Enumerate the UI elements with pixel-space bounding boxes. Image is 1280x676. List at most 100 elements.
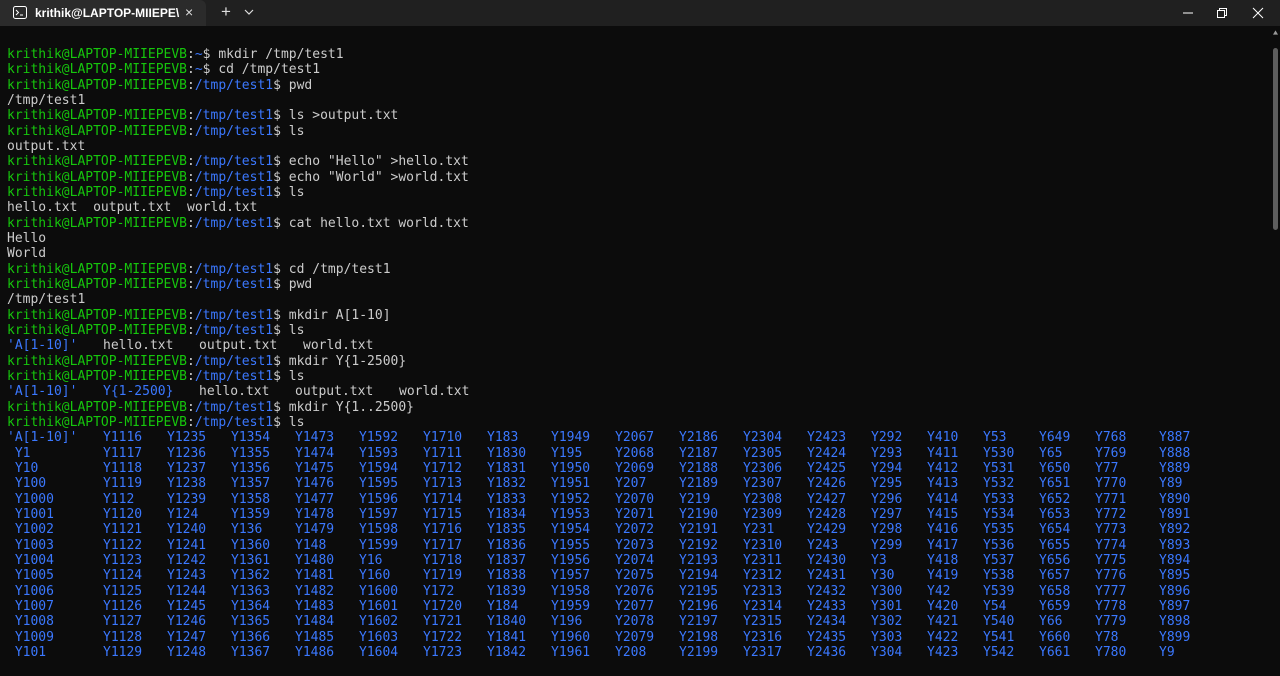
directory-entry: Y2429 <box>807 522 847 538</box>
terminal-tab[interactable]: krithik@LAPTOP-MIIEPE\ × <box>0 0 206 26</box>
file-entry: output.txt <box>199 338 278 354</box>
directory-entry: Y1717 <box>423 537 463 553</box>
prompt-path: /tmp/test1 <box>194 414 274 430</box>
directory-entry: Y770 <box>1095 476 1127 492</box>
directory-entry: Y2073 <box>615 537 655 553</box>
command-text: ls <box>280 322 305 338</box>
prompt-path: /tmp/test1 <box>194 108 274 124</box>
directory-entry: Y1478 <box>295 506 335 522</box>
directory-entry: Y1594 <box>359 460 399 476</box>
directory-entry: Y30 <box>871 568 895 584</box>
prompt-line: krithik@LAPTOP-MIIEPEVB:/tmp/test1$ ls <box>7 124 304 139</box>
directory-entry: Y1604 <box>359 644 399 660</box>
command-text: echo "World" >world.txt <box>280 169 469 185</box>
directory-entry: Y2187 <box>679 445 719 461</box>
directory-entry: Y2077 <box>615 598 655 614</box>
directory-entry: Y2070 <box>615 491 655 507</box>
directory-entry: Y894 <box>1159 552 1191 568</box>
directory-entry: Y1841 <box>487 629 527 645</box>
directory-entry: Y897 <box>1159 598 1191 614</box>
directory-entry: Y2432 <box>807 583 847 599</box>
scrollbar[interactable] <box>1271 26 1280 676</box>
prompt-colon: : <box>187 414 195 430</box>
scroll-up-icon[interactable] <box>1273 30 1278 35</box>
directory-entry: Y301 <box>871 598 903 614</box>
prompt-line: krithik@LAPTOP-MIIEPEVB:/tmp/test1$ cd /… <box>7 262 391 277</box>
directory-entry: Y775 <box>1095 552 1127 568</box>
directory-entry: Y779 <box>1095 614 1127 630</box>
prompt-dollar: $ <box>273 184 281 200</box>
directory-entry: Y412 <box>927 460 959 476</box>
directory-entry: Y1121 <box>103 522 143 538</box>
prompt-path: /tmp/test1 <box>194 184 274 200</box>
directory-entry: Y2431 <box>807 568 847 584</box>
prompt-line: krithik@LAPTOP-MIIEPEVB:~$ mkdir /tmp/te… <box>7 47 344 62</box>
directory-entry: Y1711 <box>423 445 463 461</box>
directory-entry: Y1952 <box>551 491 591 507</box>
file-entry: world.txt <box>303 338 374 354</box>
directory-entry: Y1960 <box>551 629 591 645</box>
tab-close-icon[interactable]: × <box>185 4 193 20</box>
directory-entry: Y1240 <box>167 522 207 538</box>
directory-entry: Y160 <box>359 568 391 584</box>
directory-entry: Y420 <box>927 598 959 614</box>
prompt-path: /tmp/test1 <box>194 353 274 369</box>
command-text: pwd <box>280 276 313 292</box>
prompt-user: krithik@LAPTOP-MIIEPEVB <box>7 307 188 323</box>
directory-entry: Y1125 <box>103 583 143 599</box>
directory-entry: Y1244 <box>167 583 207 599</box>
command-text: cd /tmp/test1 <box>280 261 391 277</box>
prompt-user: krithik@LAPTOP-MIIEPEVB <box>7 77 188 93</box>
directory-entry: Y2188 <box>679 460 719 476</box>
command-text: echo "Hello" >hello.txt <box>280 154 469 170</box>
directory-entry: Y410 <box>927 430 959 446</box>
command-text: mkdir Y{1-2500} <box>280 353 407 369</box>
prompt-path: /tmp/test1 <box>194 399 274 415</box>
file-entry: output.txt <box>295 384 374 400</box>
directory-entry: Y1363 <box>231 583 271 599</box>
directory-entry: Y654 <box>1039 522 1071 538</box>
prompt-user: krithik@LAPTOP-MIIEPEVB <box>7 353 188 369</box>
chevron-down-icon[interactable] <box>243 6 255 18</box>
file-entry: world.txt <box>399 384 470 400</box>
prompt-colon: : <box>187 215 195 231</box>
directory-entry: Y659 <box>1039 598 1071 614</box>
close-icon <box>1252 7 1264 19</box>
scroll-thumb[interactable] <box>1273 48 1278 230</box>
prompt-dollar: $ <box>273 399 281 415</box>
directory-entry: Y303 <box>871 629 903 645</box>
directory-entry: Y780 <box>1095 644 1127 660</box>
prompt-user: krithik@LAPTOP-MIIEPEVB <box>7 368 188 384</box>
directory-entry: Y2314 <box>743 598 783 614</box>
directory-entry: Y2199 <box>679 644 719 660</box>
prompt-dollar: $ <box>273 322 281 338</box>
directory-entry: Y1365 <box>231 614 271 630</box>
directory-entry: Y183 <box>487 430 519 446</box>
directory-entry: Y2307 <box>743 476 783 492</box>
directory-entry: Y423 <box>927 644 959 660</box>
directory-entry: Y2194 <box>679 568 719 584</box>
directory-entry: Y769 <box>1095 445 1127 461</box>
directory-entry: Y1367 <box>231 644 271 660</box>
terminal-output[interactable]: krithik@LAPTOP-MIIEPEVB:~$ mkdir /tmp/te… <box>0 26 1270 676</box>
directory-entry: Y2186 <box>679 430 719 446</box>
command-text: ls <box>280 184 305 200</box>
title-bar: krithik@LAPTOP-MIIEPE\ × + <box>0 0 1280 26</box>
directory-entry: Y419 <box>927 568 959 584</box>
directory-entry: Y2072 <box>615 522 655 538</box>
directory-entry: Y207 <box>615 476 647 492</box>
close-window-button[interactable] <box>1235 0 1280 26</box>
directory-entry: Y2435 <box>807 629 847 645</box>
directory-entry: Y112 <box>103 491 135 507</box>
directory-entry: Y1128 <box>103 629 143 645</box>
directory-entry: Y1355 <box>231 445 271 461</box>
directory-entry: Y1842 <box>487 644 527 660</box>
directory-entry: Y2195 <box>679 583 719 599</box>
directory-entry: Y418 <box>927 552 959 568</box>
directory-entry: Y2430 <box>807 552 847 568</box>
prompt-path: /tmp/test1 <box>194 169 274 185</box>
new-tab-button[interactable]: + <box>218 2 234 22</box>
directory-entry: Y293 <box>871 445 903 461</box>
prompt-colon: : <box>187 184 195 200</box>
directory-entry: Y208 <box>615 644 647 660</box>
